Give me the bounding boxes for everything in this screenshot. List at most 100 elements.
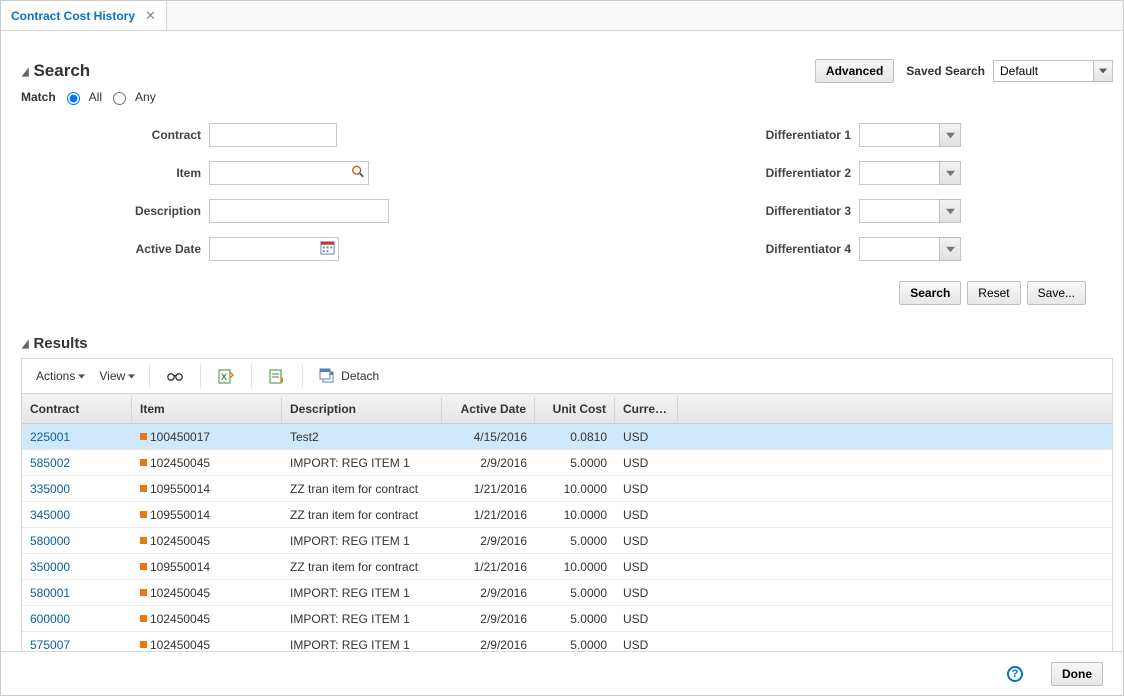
results-toolbar: Actions View X xyxy=(21,358,1113,394)
diff2-select[interactable] xyxy=(859,161,961,185)
contract-label: Contract xyxy=(21,128,201,142)
diff4-label: Differentiator 4 xyxy=(691,242,851,256)
col-header-unit-cost[interactable]: Unit Cost xyxy=(535,397,615,421)
contract-input[interactable] xyxy=(209,123,337,147)
col-header-contract[interactable]: Contract xyxy=(22,397,132,421)
results-table: Contract Item Description Active Date Un… xyxy=(21,394,1113,651)
diff3-input[interactable] xyxy=(859,199,939,223)
search-section-title[interactable]: ◢ Search xyxy=(21,61,90,81)
diff3-select[interactable] xyxy=(859,199,961,223)
item-search-icon[interactable] xyxy=(351,165,365,182)
cell-currency: USD xyxy=(615,503,678,527)
col-header-active-date[interactable]: Active Date xyxy=(442,397,535,421)
contract-link[interactable]: 345000 xyxy=(30,508,70,522)
search-button[interactable]: Search xyxy=(899,281,961,305)
diff4-dropdown-icon[interactable] xyxy=(939,237,961,261)
cell-description: IMPORT: REG ITEM 1 xyxy=(282,633,442,652)
item-input[interactable] xyxy=(209,161,369,185)
calendar-icon[interactable] xyxy=(320,240,335,258)
match-any-radio[interactable] xyxy=(113,92,126,105)
item-label: Item xyxy=(21,166,201,180)
wrap-icon[interactable] xyxy=(260,362,294,390)
contract-link[interactable]: 350000 xyxy=(30,560,70,574)
saved-search-input[interactable] xyxy=(993,60,1093,82)
done-button[interactable]: Done xyxy=(1051,662,1103,686)
match-all-radio[interactable] xyxy=(67,92,80,105)
tab-contract-cost-history[interactable]: Contract Cost History ✕ xyxy=(1,1,167,30)
reset-button[interactable]: Reset xyxy=(967,281,1020,305)
table-row[interactable]: 575007102450045IMPORT: REG ITEM 12/9/201… xyxy=(22,632,1112,651)
table-row[interactable]: 580000102450045IMPORT: REG ITEM 12/9/201… xyxy=(22,528,1112,554)
cell-active-date: 1/21/2016 xyxy=(442,503,535,527)
table-row[interactable]: 345000109550014ZZ tran item for contract… xyxy=(22,502,1112,528)
main-content[interactable]: ◢ Search Advanced Saved Search Match All xyxy=(1,31,1123,651)
cell-unit-cost: 5.0000 xyxy=(535,529,615,553)
cell-unit-cost: 5.0000 xyxy=(535,451,615,475)
collapse-icon[interactable]: ◢ xyxy=(22,337,29,350)
table-row[interactable]: 225001100450017Test24/15/20160.0810USD xyxy=(22,424,1112,450)
contract-link[interactable]: 580000 xyxy=(30,534,70,548)
contract-link[interactable]: 335000 xyxy=(30,482,70,496)
item-status-icon xyxy=(140,615,147,622)
cell-currency: USD xyxy=(615,477,678,501)
cell-active-date: 2/9/2016 xyxy=(442,529,535,553)
diff2-input[interactable] xyxy=(859,161,939,185)
export-excel-icon[interactable]: X xyxy=(209,362,243,390)
col-header-item[interactable]: Item xyxy=(132,397,282,421)
table-row[interactable]: 585002102450045IMPORT: REG ITEM 12/9/201… xyxy=(22,450,1112,476)
detach-button[interactable]: Detach xyxy=(311,364,387,388)
diff2-dropdown-icon[interactable] xyxy=(939,161,961,185)
col-header-currency[interactable]: Currency xyxy=(615,397,678,421)
cell-currency: USD xyxy=(615,451,678,475)
table-row[interactable]: 600000102450045IMPORT: REG ITEM 12/9/201… xyxy=(22,606,1112,632)
diff3-label: Differentiator 3 xyxy=(691,204,851,218)
toolbar-separator xyxy=(200,364,201,388)
cell-unit-cost: 0.0810 xyxy=(535,425,615,449)
item-number: 109550014 xyxy=(150,482,210,496)
glasses-icon[interactable] xyxy=(158,362,192,390)
table-header-row: Contract Item Description Active Date Un… xyxy=(22,394,1112,424)
cell-active-date: 1/21/2016 xyxy=(442,555,535,579)
table-row[interactable]: 350000109550014ZZ tran item for contract… xyxy=(22,554,1112,580)
cell-description: IMPORT: REG ITEM 1 xyxy=(282,607,442,631)
saved-search-label: Saved Search xyxy=(906,64,985,78)
cell-unit-cost: 10.0000 xyxy=(535,503,615,527)
contract-link[interactable]: 225001 xyxy=(30,430,70,444)
diff1-select[interactable] xyxy=(859,123,961,147)
diff1-input[interactable] xyxy=(859,123,939,147)
toolbar-separator xyxy=(251,364,252,388)
actions-menu[interactable]: Actions xyxy=(30,365,91,387)
save-button[interactable]: Save... xyxy=(1027,281,1086,305)
match-label: Match xyxy=(21,90,56,104)
description-label: Description xyxy=(21,204,201,218)
saved-search-select[interactable] xyxy=(993,60,1113,82)
diff4-select[interactable] xyxy=(859,237,961,261)
col-header-description[interactable]: Description xyxy=(282,397,442,421)
item-status-icon xyxy=(140,433,147,440)
cell-description: ZZ tran item for contract xyxy=(282,555,442,579)
tab-close-icon[interactable]: ✕ xyxy=(145,8,156,24)
item-number: 102450045 xyxy=(150,612,210,626)
cell-unit-cost: 10.0000 xyxy=(535,477,615,501)
advanced-button[interactable]: Advanced xyxy=(815,59,894,83)
contract-link[interactable]: 575007 xyxy=(30,638,70,652)
contract-link[interactable]: 585002 xyxy=(30,456,70,470)
description-input[interactable] xyxy=(209,199,389,223)
help-icon[interactable]: ? xyxy=(1007,666,1023,682)
view-menu[interactable]: View xyxy=(93,365,141,387)
cell-currency: USD xyxy=(615,607,678,631)
table-row[interactable]: 335000109550014ZZ tran item for contract… xyxy=(22,476,1112,502)
contract-link[interactable]: 600000 xyxy=(30,612,70,626)
item-status-icon xyxy=(140,589,147,596)
item-status-icon xyxy=(140,537,147,544)
diff3-dropdown-icon[interactable] xyxy=(939,199,961,223)
table-row[interactable]: 580001102450045IMPORT: REG ITEM 12/9/201… xyxy=(22,580,1112,606)
results-section-title[interactable]: ◢ Results xyxy=(21,335,1113,352)
diff4-input[interactable] xyxy=(859,237,939,261)
diff1-dropdown-icon[interactable] xyxy=(939,123,961,147)
collapse-icon[interactable]: ◢ xyxy=(22,65,29,78)
diff2-label: Differentiator 2 xyxy=(691,166,851,180)
saved-search-dropdown-icon[interactable] xyxy=(1093,60,1113,82)
contract-link[interactable]: 580001 xyxy=(30,586,70,600)
cell-active-date: 2/9/2016 xyxy=(442,451,535,475)
